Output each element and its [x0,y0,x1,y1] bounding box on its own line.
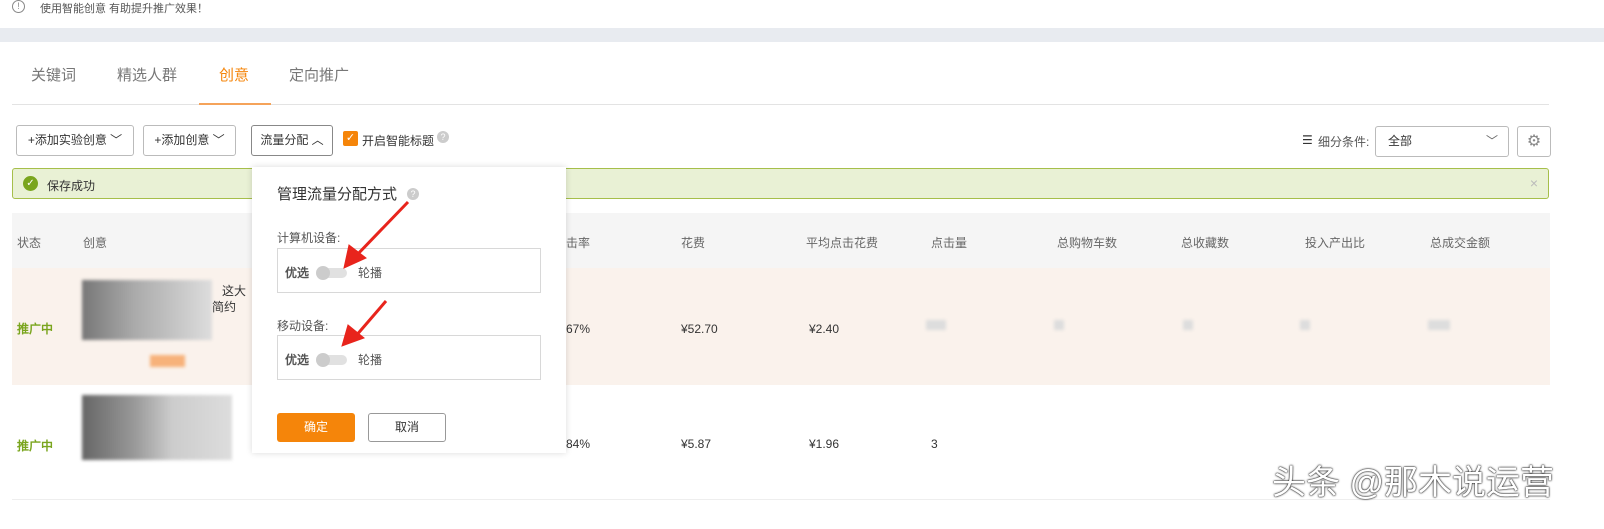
watermark: 头条 @那木说运营 [1272,464,1554,502]
arrow-line [352,200,410,260]
annotation-arrows [341,200,410,347]
arrow-line [353,300,388,338]
